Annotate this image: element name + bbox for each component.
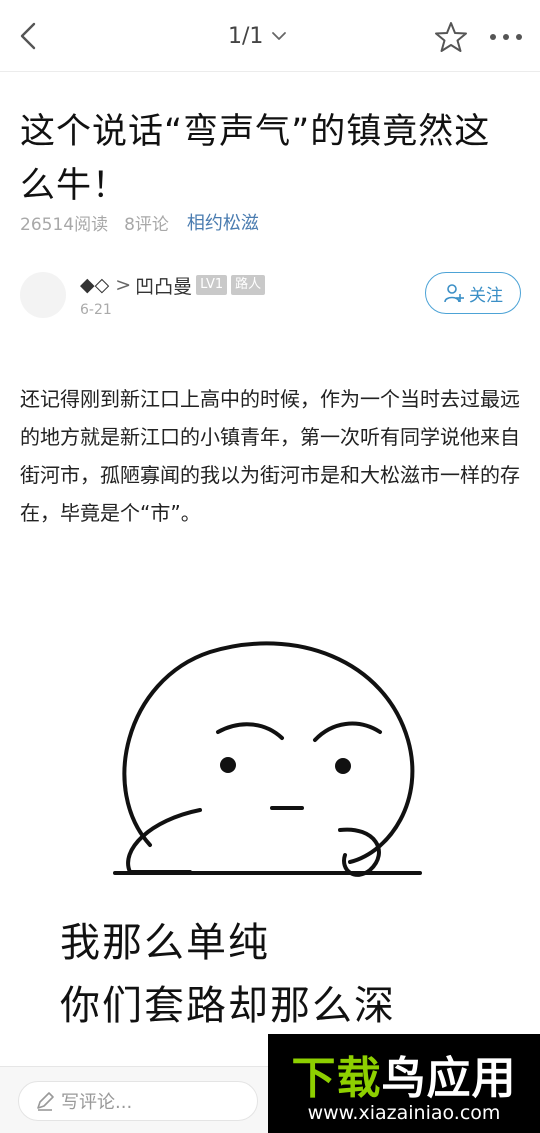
comment-input[interactable]: 写评论... — [18, 1081, 258, 1121]
page-count: 1/1 — [228, 23, 264, 49]
watermark-brand: 下载鸟应用 — [268, 1042, 540, 1106]
author-row: ◆◇ > 凹凸曼 LV1 路人 6-21 关注 — [20, 268, 530, 328]
follow-label: 关注 — [469, 285, 503, 306]
follow-button[interactable]: 关注 — [425, 272, 521, 314]
watermark-url: www.xiazainiao.com — [307, 1102, 501, 1124]
more-icon[interactable] — [486, 20, 526, 54]
author-separator: > — [115, 274, 132, 296]
read-count: 26514阅读 — [20, 214, 109, 235]
chevron-left-icon — [20, 22, 36, 50]
favorite-button[interactable] — [434, 20, 468, 54]
rank-badge: 路人 — [231, 275, 266, 295]
author-name-line[interactable]: ◆◇ > 凹凸曼 LV1 路人 — [80, 270, 266, 300]
watermark-logo: 下载鸟应用 www.xiazainiao.com — [268, 1034, 540, 1133]
watermark-brand-part-1: 下载 — [291, 1053, 382, 1104]
level-badge: LV1 — [196, 275, 228, 295]
page-indicator[interactable]: 1/1 — [228, 20, 287, 52]
article-paragraph: 还记得刚到新江口上高中的时候，作为一个当时去过最远的地方就是新江口的小镇青年，第… — [20, 387, 520, 525]
comment-placeholder: 写评论... — [61, 1092, 133, 1113]
watermark-brand-part-2: 鸟 — [381, 1053, 427, 1104]
meme-image[interactable]: 我那么单纯 你们套路却那么深 — [40, 590, 520, 1040]
meme-caption-line-2: 你们套路却那么深 — [60, 983, 396, 1029]
meme-caption-line-1: 我那么单纯 — [60, 920, 270, 966]
add-user-icon — [444, 284, 464, 303]
top-bar: 1/1 — [0, 0, 540, 72]
avatar[interactable] — [20, 272, 66, 318]
chevron-down-icon — [272, 32, 287, 40]
watermark-brand-part-3: 应用 — [426, 1053, 517, 1104]
comment-count[interactable]: 8评论 — [124, 210, 169, 235]
cartoon-face-illustration — [113, 641, 422, 877]
back-button[interactable] — [12, 18, 48, 54]
post-date: 6-21 — [80, 302, 112, 318]
article-title: 这个说话“弯声气”的镇竟然这么牛！ — [20, 112, 491, 206]
article-meta: 26514阅读 8评论 相约松滋 — [20, 208, 259, 236]
author-name: 凹凸曼 — [135, 275, 193, 298]
pencil-icon — [37, 1092, 54, 1111]
author-prefix: ◆◇ — [80, 274, 110, 296]
star-icon — [435, 22, 467, 52]
topic-tag[interactable]: 相约松滋 — [187, 209, 259, 235]
